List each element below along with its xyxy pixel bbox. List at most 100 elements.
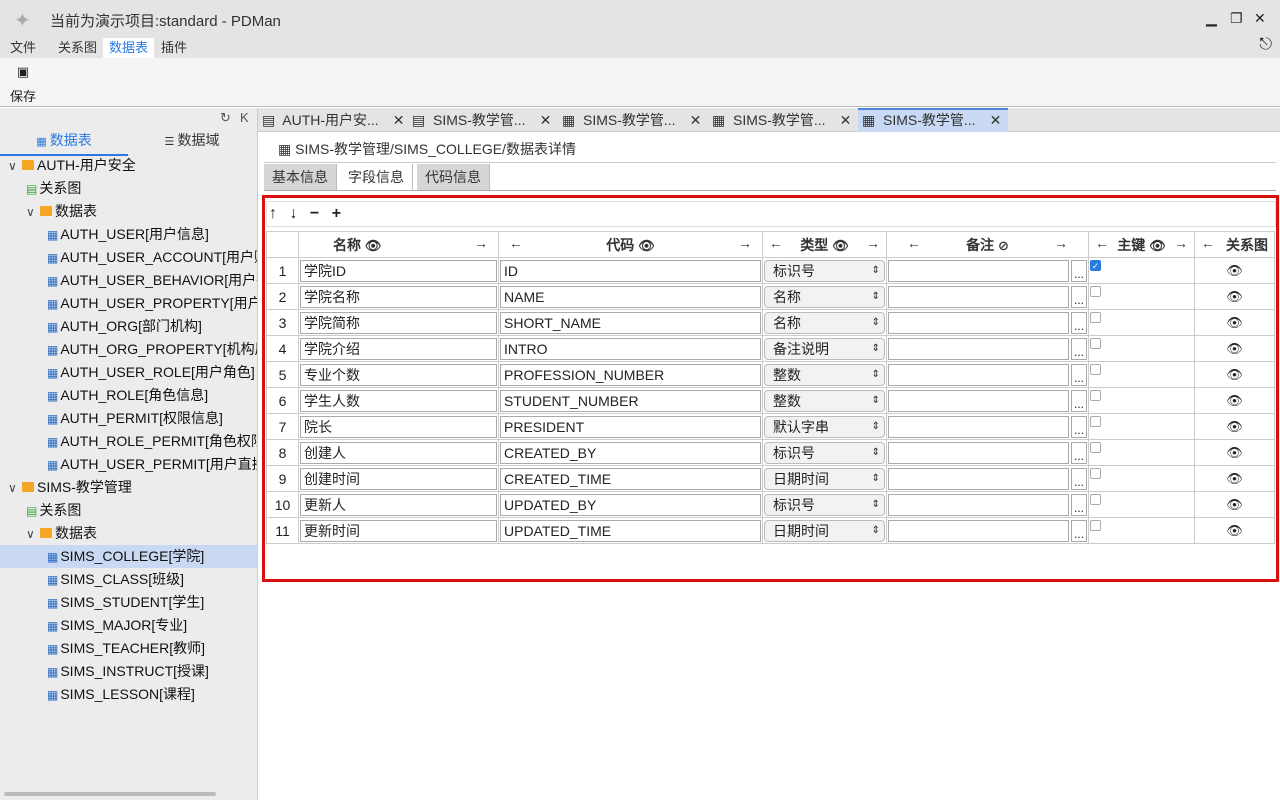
subtab-field-info[interactable]: 字段信息	[340, 164, 413, 190]
code-input[interactable]: NAME	[500, 285, 761, 308]
more-button[interactable]: ...	[1071, 363, 1087, 386]
code-input[interactable]: INTRO	[500, 337, 761, 360]
eye-icon[interactable]: 👁	[1226, 393, 1243, 408]
editor-tab[interactable]: ▦ SIMS-教学管... ✕	[708, 108, 858, 132]
eye-icon[interactable]: 👁	[1226, 289, 1243, 304]
code-input[interactable]: ID	[500, 259, 761, 282]
type-select[interactable]: 默认字串 ⇕	[764, 415, 885, 438]
type-select[interactable]: 备注说明 ⇕	[764, 337, 885, 360]
eye-icon[interactable]: 👁	[832, 238, 849, 253]
sidebar-tab-tables[interactable]: ▦ 数据表	[0, 130, 128, 156]
eye-icon[interactable]: 👁	[1226, 471, 1243, 486]
code-input[interactable]: UPDATED_TIME	[500, 519, 761, 542]
more-button[interactable]: ...	[1071, 519, 1087, 542]
comment-input[interactable]	[888, 337, 1069, 360]
code-input[interactable]: CREATED_BY	[500, 441, 761, 464]
name-input[interactable]: 院长	[300, 415, 497, 438]
name-input[interactable]: 学生人数	[300, 389, 497, 412]
subtab-code-info[interactable]: 代码信息	[417, 164, 490, 190]
eye-icon[interactable]: 👁	[1226, 367, 1243, 382]
horizontal-scrollbar[interactable]	[4, 792, 216, 796]
more-button[interactable]: ...	[1071, 337, 1087, 360]
type-select[interactable]: 标识号 ⇕	[764, 259, 885, 282]
primary-key-checkbox[interactable]	[1090, 312, 1101, 323]
name-input[interactable]: 专业个数	[300, 363, 497, 386]
eye-icon[interactable]: 👁	[365, 238, 382, 253]
primary-key-checkbox[interactable]	[1090, 416, 1101, 427]
primary-key-checkbox[interactable]	[1090, 468, 1101, 479]
more-button[interactable]: ...	[1071, 259, 1087, 282]
tree-group[interactable]: ∨ SIMS-教学管理	[0, 476, 257, 499]
name-input[interactable]: 创建人	[300, 441, 497, 464]
more-button[interactable]: ...	[1071, 441, 1087, 464]
eye-icon[interactable]: 👁	[1226, 341, 1243, 356]
tree-table[interactable]: ▦ AUTH_PERMIT[权限信息]	[0, 407, 257, 430]
name-input[interactable]: 学院介绍	[300, 337, 497, 360]
arrow-left-icon[interactable]: ←	[1201, 235, 1215, 255]
editor-tab[interactable]: ▤ AUTH-用户安... ✕	[258, 108, 408, 132]
tree-table[interactable]: ▦ AUTH_ORG[部门机构]	[0, 315, 257, 338]
arrow-left-icon[interactable]: ←	[769, 235, 783, 255]
type-select[interactable]: 标识号 ⇕	[764, 493, 885, 516]
move-up-button[interactable]: ↑	[269, 205, 277, 222]
close-window-button[interactable]: ✕	[1254, 10, 1266, 27]
eye-icon[interactable]: 👁	[1226, 523, 1243, 538]
eye-icon[interactable]: 👁	[1149, 238, 1166, 253]
code-input[interactable]: PRESIDENT	[500, 415, 761, 438]
delete-field-button[interactable]: −	[310, 205, 319, 222]
arrow-right-icon[interactable]: →	[1054, 235, 1068, 255]
primary-key-checkbox[interactable]	[1090, 364, 1101, 375]
name-input[interactable]: 学院ID	[300, 259, 497, 282]
more-button[interactable]: ...	[1071, 311, 1087, 334]
eye-icon[interactable]: 👁	[1226, 419, 1243, 434]
tree-group[interactable]: ∨ AUTH-用户安全	[0, 154, 257, 177]
comment-input[interactable]	[888, 311, 1069, 334]
editor-tab[interactable]: ▤ SIMS-教学管... ✕	[408, 108, 558, 132]
tree-folder[interactable]: ∨ 数据表	[0, 522, 257, 545]
collapse-icon[interactable]: K	[240, 110, 249, 125]
menu-tables[interactable]: 数据表	[103, 38, 155, 58]
eye-icon[interactable]: 👁	[1226, 445, 1243, 460]
type-select[interactable]: 整数 ⇕	[764, 363, 885, 386]
tree-table[interactable]: ▦ AUTH_ROLE_PERMIT[角色权限	[0, 430, 257, 453]
tree-table[interactable]: ▦ AUTH_USER_BEHAVIOR[用户行	[0, 269, 257, 292]
save-button[interactable]: ▣ 保存	[10, 64, 36, 105]
refresh-icon[interactable]: ↻	[220, 110, 231, 126]
type-select[interactable]: 日期时间 ⇕	[764, 467, 885, 490]
arrow-left-icon[interactable]: ←	[1095, 235, 1109, 255]
more-button[interactable]: ...	[1071, 415, 1087, 438]
code-input[interactable]: SHORT_NAME	[500, 311, 761, 334]
tree-table[interactable]: ▦ SIMS_LESSON[课程]	[0, 683, 257, 706]
eye-icon[interactable]: 👁	[1226, 497, 1243, 512]
menu-diagram[interactable]: 关系图	[52, 38, 103, 58]
tree-diagram[interactable]: ▤ 关系图	[0, 499, 257, 522]
name-input[interactable]: 学院简称	[300, 311, 497, 334]
arrow-right-icon[interactable]: →	[866, 235, 880, 255]
name-input[interactable]: 更新时间	[300, 519, 497, 542]
comment-input[interactable]	[888, 467, 1069, 490]
more-button[interactable]: ...	[1071, 493, 1087, 516]
move-down-button[interactable]: ↓	[289, 205, 297, 222]
primary-key-checkbox[interactable]	[1090, 338, 1101, 349]
tree-table[interactable]: ▦ SIMS_INSTRUCT[授课]	[0, 660, 257, 683]
tree-table[interactable]: ▦ AUTH_USER_PROPERTY[用户	[0, 292, 257, 315]
tree-table[interactable]: ▦ SIMS_MAJOR[专业]	[0, 614, 257, 637]
type-select[interactable]: 名称 ⇕	[764, 285, 885, 308]
minimize-button[interactable]: ▁	[1206, 10, 1217, 27]
primary-key-checkbox[interactable]	[1090, 286, 1101, 297]
arrow-left-icon[interactable]: ←	[907, 235, 921, 255]
eye-icon[interactable]: 👁	[638, 238, 655, 253]
type-select[interactable]: 日期时间 ⇕	[764, 519, 885, 542]
type-select[interactable]: 整数 ⇕	[764, 389, 885, 412]
eye-icon[interactable]: 👁	[1226, 263, 1243, 278]
tree-table[interactable]: ▦ SIMS_TEACHER[教师]	[0, 637, 257, 660]
add-field-button[interactable]: +	[332, 205, 341, 222]
tree-table[interactable]: ▦ AUTH_USER[用户信息]	[0, 223, 257, 246]
tree-table[interactable]: ▦ SIMS_CLASS[班级]	[0, 568, 257, 591]
subtab-basic-info[interactable]: 基本信息	[264, 164, 337, 190]
close-tab-icon[interactable]: ✕	[990, 112, 1002, 128]
code-input[interactable]: STUDENT_NUMBER	[500, 389, 761, 412]
code-input[interactable]: PROFESSION_NUMBER	[500, 363, 761, 386]
close-tab-icon[interactable]: ✕	[540, 112, 552, 128]
close-tab-icon[interactable]: ✕	[840, 112, 852, 128]
